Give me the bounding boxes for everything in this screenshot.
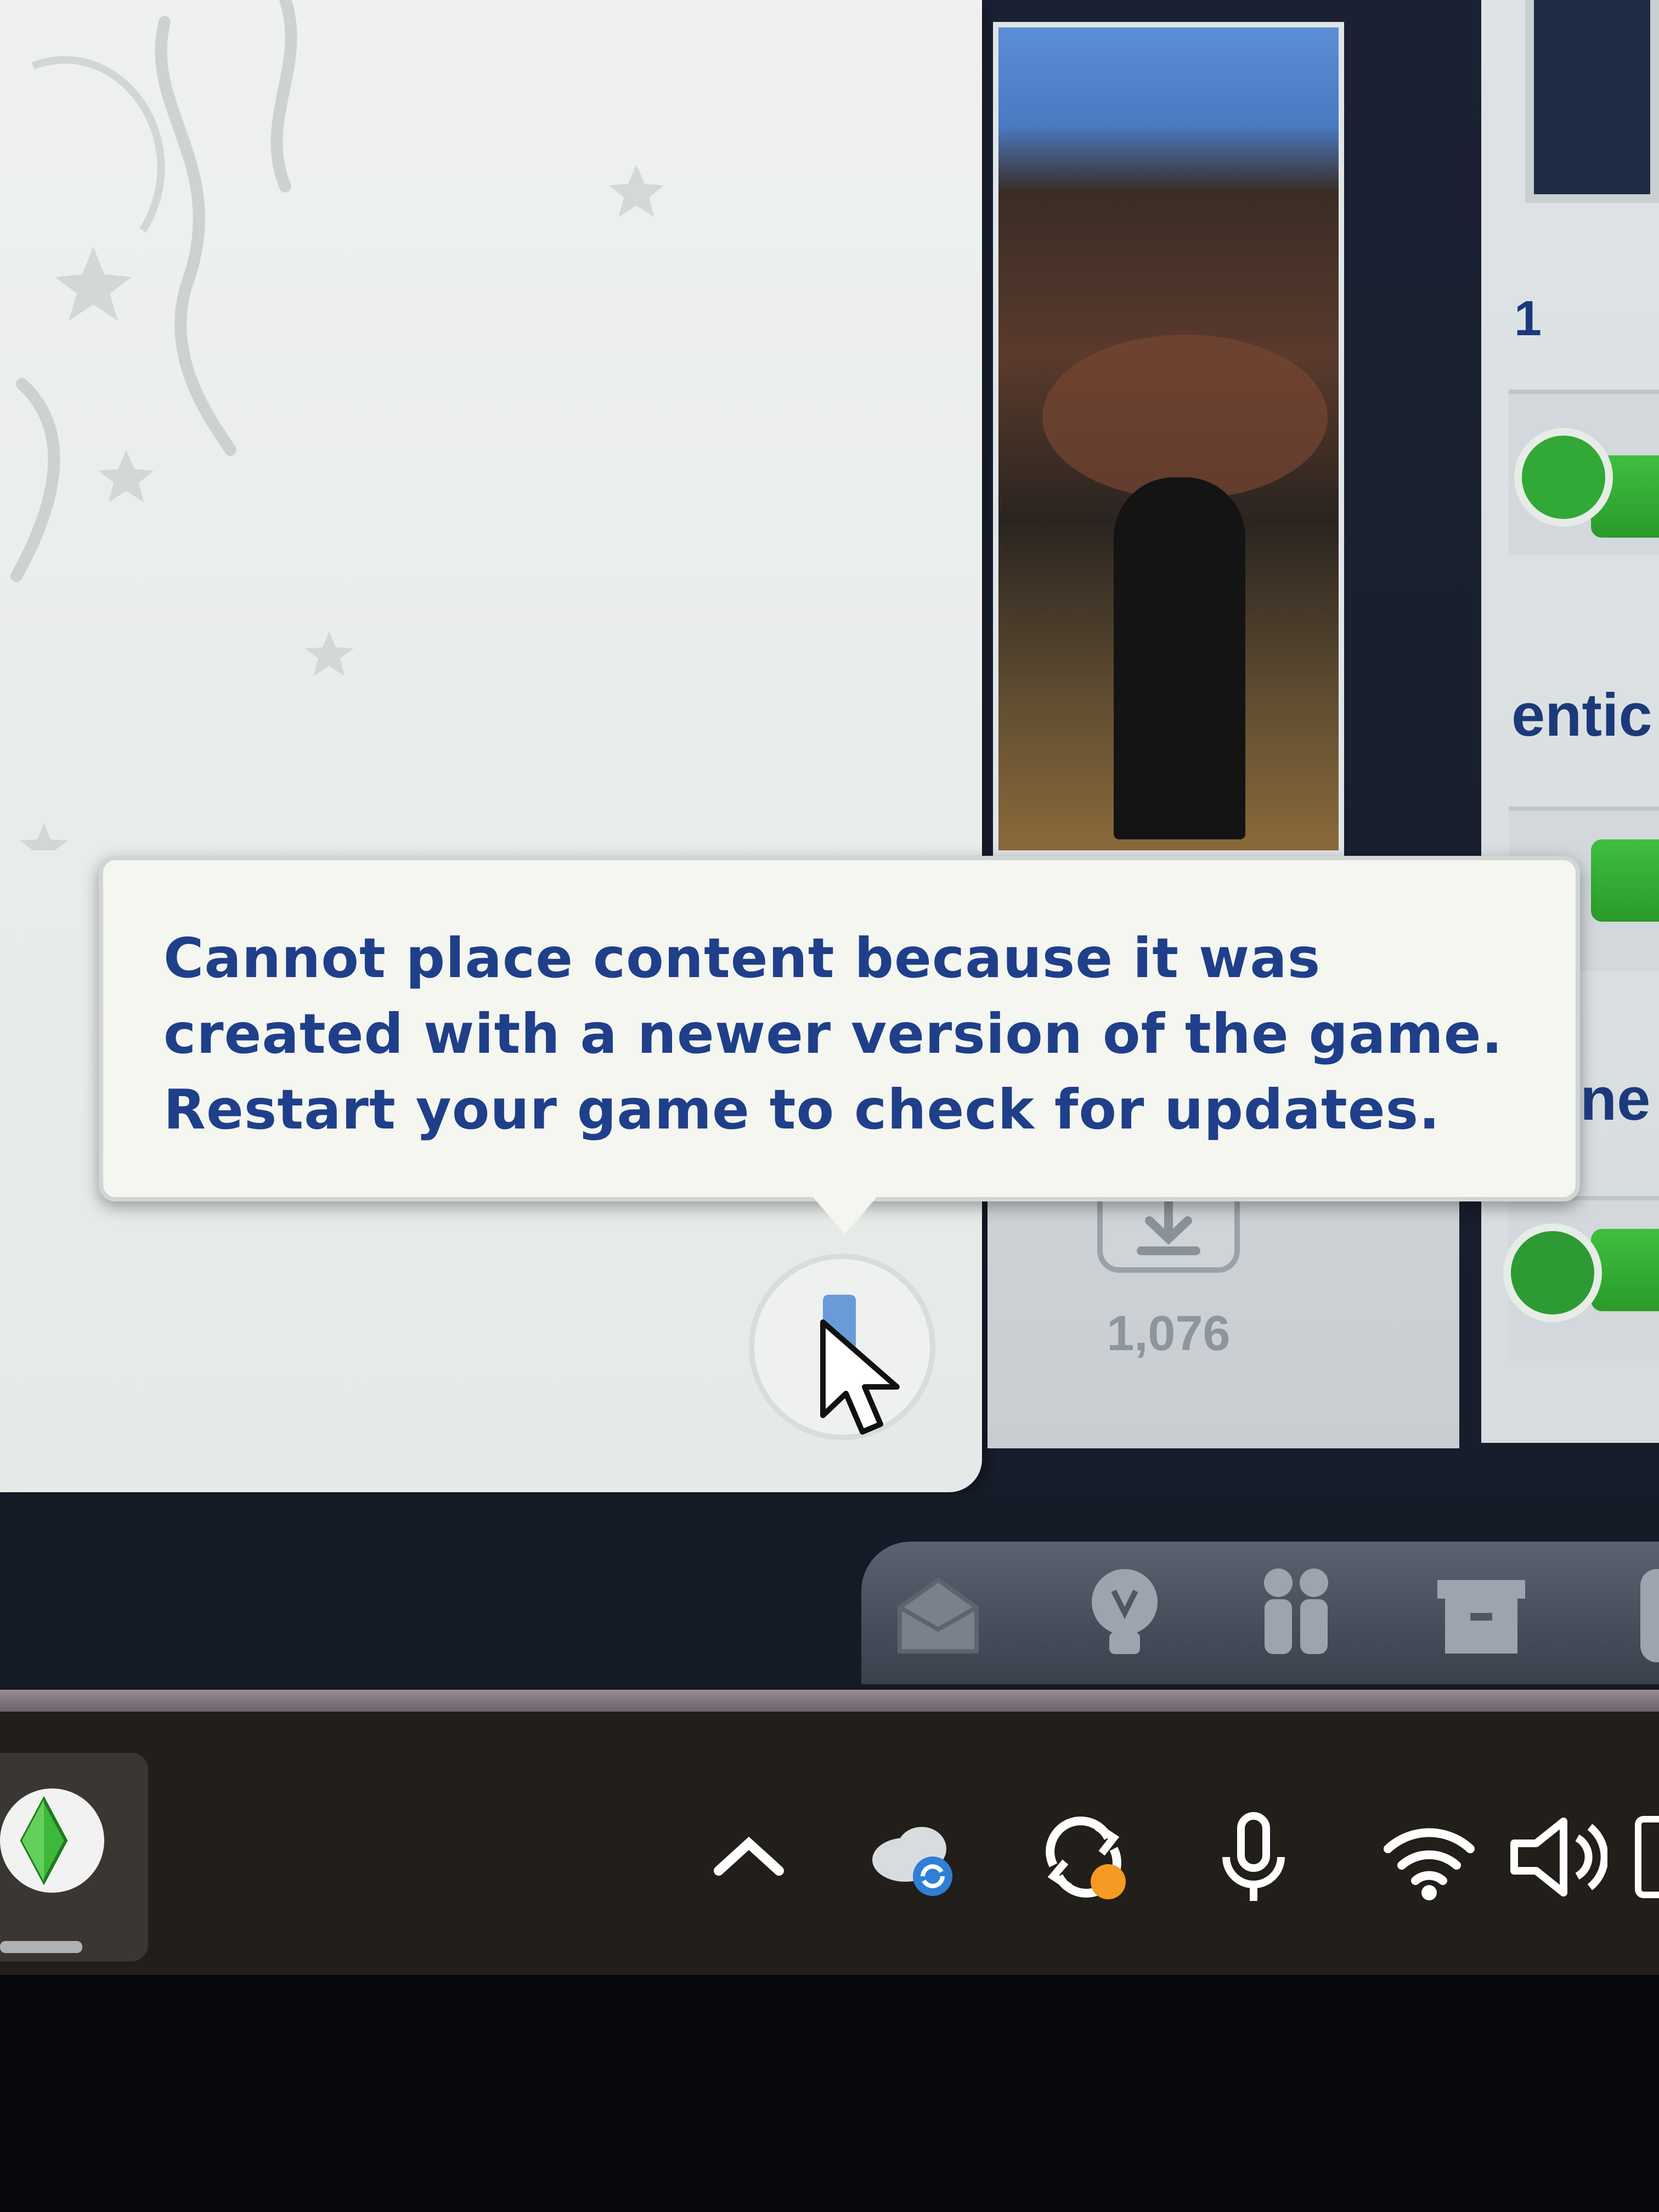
toolbar-partial-icon[interactable] [1640, 1569, 1659, 1662]
tooltip-line-1: Cannot place content because it was [163, 926, 1321, 990]
need-label-partial-2: ne [1580, 1065, 1651, 1133]
mailbox-icon[interactable] [883, 1558, 993, 1668]
need-label-partial: entic [1511, 681, 1652, 749]
downloads-count: 1,076 [1107, 1306, 1231, 1361]
happy-moodlet-icon [1514, 428, 1613, 527]
sim-count-label: 1 [1514, 291, 1542, 346]
sync-update-icon[interactable] [1031, 1805, 1136, 1909]
need-bar [1591, 839, 1659, 922]
thumbnail-rock [1042, 335, 1328, 499]
lot-thumbnail-image[interactable] [993, 22, 1344, 856]
active-app-indicator [0, 1941, 82, 1953]
household-icon[interactable] [1240, 1558, 1350, 1668]
tooltip-line-3: Restart your game to check for updates. [163, 1077, 1441, 1142]
screen-divider [0, 1690, 1659, 1712]
moodlet-icon [1503, 1223, 1602, 1322]
battery-icon[interactable] [1635, 1816, 1659, 1898]
error-tooltip: Cannot place content because it was crea… [99, 856, 1580, 1201]
show-hidden-icons-chevron[interactable] [697, 1805, 801, 1909]
portrait-frame [1525, 0, 1659, 203]
sims-plumbob-icon[interactable] [0, 1788, 104, 1893]
item-preview-art [10, 0, 664, 850]
microphone-icon[interactable] [1201, 1805, 1306, 1909]
volume-icon[interactable] [1503, 1805, 1607, 1909]
mouse-cursor-icon [820, 1319, 900, 1435]
tooltip-pointer [812, 1196, 878, 1234]
tooltip-line-2: created with a newer version of the game… [163, 1002, 1503, 1066]
onedrive-sync-icon[interactable] [861, 1805, 966, 1909]
tooltip-message: Cannot place content because it was crea… [163, 921, 1535, 1148]
wifi-icon[interactable] [1377, 1805, 1481, 1909]
monitor-bezel [0, 1975, 1659, 2212]
storage-box-icon[interactable] [1426, 1558, 1536, 1668]
thumbnail-figure [1114, 477, 1245, 839]
lightbulb-icon[interactable] [1070, 1558, 1180, 1668]
